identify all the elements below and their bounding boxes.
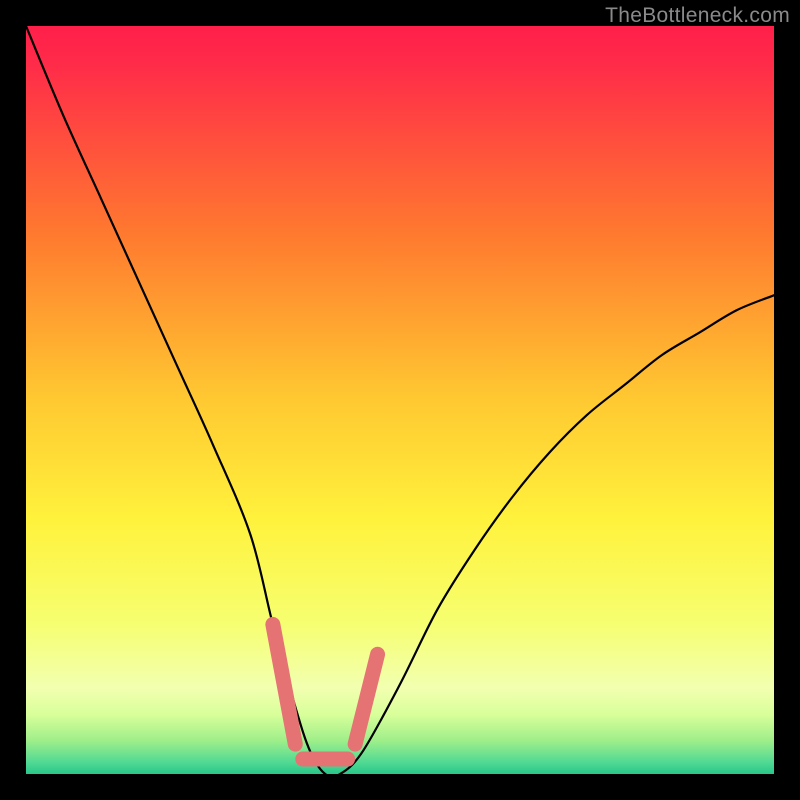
chart-svg — [26, 26, 774, 774]
chart-frame: TheBottleneck.com — [0, 0, 800, 800]
chart-plot-area — [26, 26, 774, 774]
gradient-background — [26, 26, 774, 774]
watermark-text: TheBottleneck.com — [605, 4, 790, 28]
